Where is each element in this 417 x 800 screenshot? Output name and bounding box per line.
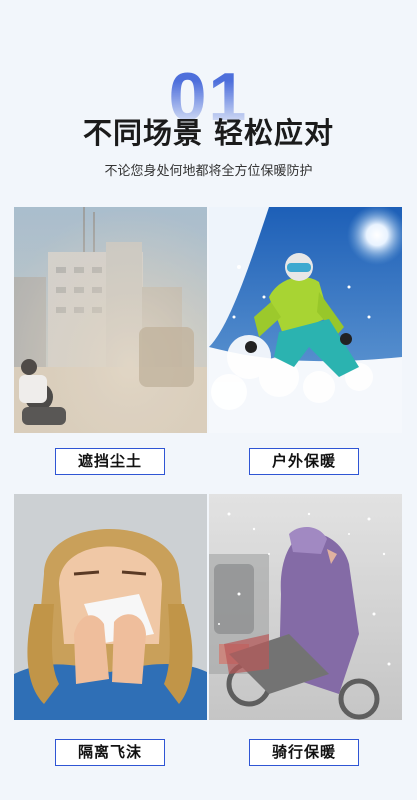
skier-photo — [209, 207, 402, 433]
scene-label: 遮挡尘土 — [55, 448, 165, 475]
scene-label: 隔离飞沫 — [55, 739, 165, 766]
section-title: 不同场景 轻松应对 — [82, 116, 335, 150]
section-subtitle: 不论您身处何地都将全方位保暖防护 — [104, 164, 313, 179]
scene-label: 户外保暖 — [249, 448, 359, 475]
snowstorm-rider-photo — [209, 494, 402, 720]
dusty-street-photo — [14, 207, 207, 433]
sneezing-woman-photo — [14, 494, 207, 720]
scene-label: 骑行保暖 — [249, 739, 359, 766]
